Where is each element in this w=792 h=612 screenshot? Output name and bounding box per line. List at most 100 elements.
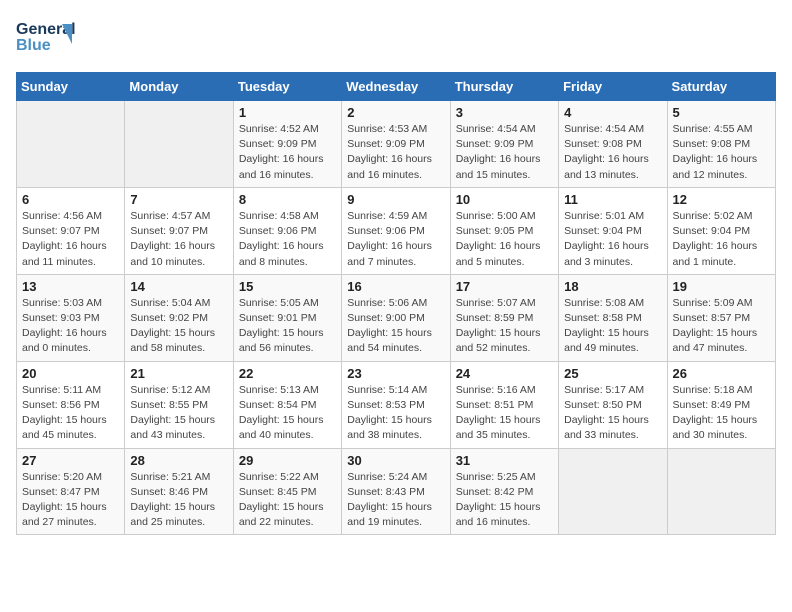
calendar-cell: 26 Sunrise: 5:18 AM Sunset: 8:49 PM Dayli… <box>667 361 775 448</box>
day-detail: Sunrise: 4:56 AM Sunset: 9:07 PM Dayligh… <box>22 209 119 270</box>
page-header: General Blue <box>16 16 776 60</box>
logo-icon: General Blue <box>16 16 76 60</box>
day-number: 6 <box>22 192 119 207</box>
day-detail: Sunrise: 5:00 AM Sunset: 9:05 PM Dayligh… <box>456 209 553 270</box>
calendar-cell: 1 Sunrise: 4:52 AM Sunset: 9:09 PM Daylig… <box>233 101 341 188</box>
calendar-cell: 9Sunrise: 4:59 AM Sunset: 9:06 PM Daylig… <box>342 187 450 274</box>
calendar-cell: 17 Sunrise: 5:07 AM Sunset: 8:59 PM Dayli… <box>450 274 558 361</box>
calendar-cell: 23Sunrise: 5:14 AM Sunset: 8:53 PM Dayli… <box>342 361 450 448</box>
day-number: 26 <box>673 366 770 381</box>
weekday-header-saturday: Saturday <box>667 73 775 101</box>
calendar-cell: 2 Sunrise: 4:53 AM Sunset: 9:09 PM Daylig… <box>342 101 450 188</box>
calendar-cell <box>667 448 775 535</box>
calendar-cell: 15 Sunrise: 5:05 AM Sunset: 9:01 PM Dayli… <box>233 274 341 361</box>
weekday-header-row: SundayMondayTuesdayWednesdayThursdayFrid… <box>17 73 776 101</box>
day-detail: Sunrise: 5:08 AM Sunset: 8:58 PM Dayligh… <box>564 296 661 357</box>
calendar-cell: 12 Sunrise: 5:02 AM Sunset: 9:04 PM Dayli… <box>667 187 775 274</box>
day-number: 5 <box>673 105 770 120</box>
day-detail: Sunrise: 5:11 AM Sunset: 8:56 PM Dayligh… <box>22 383 119 444</box>
day-number: 11 <box>564 192 661 207</box>
calendar-week-2: 6 Sunrise: 4:56 AM Sunset: 9:07 PM Daylig… <box>17 187 776 274</box>
day-detail: Sunrise: 5:04 AM Sunset: 9:02 PM Dayligh… <box>130 296 227 357</box>
day-detail: Sunrise: 4:54 AM Sunset: 9:09 PM Dayligh… <box>456 122 553 183</box>
day-detail: Sunrise: 5:12 AM Sunset: 8:55 PM Dayligh… <box>130 383 227 444</box>
day-number: 12 <box>673 192 770 207</box>
day-detail: Sunrise: 5:01 AM Sunset: 9:04 PM Dayligh… <box>564 209 661 270</box>
calendar-cell: 28 Sunrise: 5:21 AM Sunset: 8:46 PM Dayli… <box>125 448 233 535</box>
day-number: 15 <box>239 279 336 294</box>
calendar-cell: 14 Sunrise: 5:04 AM Sunset: 9:02 PM Dayli… <box>125 274 233 361</box>
day-number: 17 <box>456 279 553 294</box>
calendar-cell: 3Sunrise: 4:54 AM Sunset: 9:09 PM Daylig… <box>450 101 558 188</box>
calendar-cell: 8 Sunrise: 4:58 AM Sunset: 9:06 PM Daylig… <box>233 187 341 274</box>
day-number: 8 <box>239 192 336 207</box>
calendar-week-4: 20 Sunrise: 5:11 AM Sunset: 8:56 PM Dayli… <box>17 361 776 448</box>
calendar-cell <box>559 448 667 535</box>
calendar-cell: 16Sunrise: 5:06 AM Sunset: 9:00 PM Dayli… <box>342 274 450 361</box>
day-detail: Sunrise: 5:05 AM Sunset: 9:01 PM Dayligh… <box>239 296 336 357</box>
calendar-cell: 6 Sunrise: 4:56 AM Sunset: 9:07 PM Daylig… <box>17 187 125 274</box>
day-number: 24 <box>456 366 553 381</box>
day-detail: Sunrise: 5:17 AM Sunset: 8:50 PM Dayligh… <box>564 383 661 444</box>
day-detail: Sunrise: 5:25 AM Sunset: 8:42 PM Dayligh… <box>456 470 553 531</box>
calendar-week-5: 27 Sunrise: 5:20 AM Sunset: 8:47 PM Dayli… <box>17 448 776 535</box>
weekday-header-sunday: Sunday <box>17 73 125 101</box>
day-number: 19 <box>673 279 770 294</box>
calendar-cell: 10 Sunrise: 5:00 AM Sunset: 9:05 PM Dayli… <box>450 187 558 274</box>
calendar-week-3: 13 Sunrise: 5:03 AM Sunset: 9:03 PM Dayli… <box>17 274 776 361</box>
day-number: 18 <box>564 279 661 294</box>
weekday-header-tuesday: Tuesday <box>233 73 341 101</box>
calendar-cell: 18 Sunrise: 5:08 AM Sunset: 8:58 PM Dayli… <box>559 274 667 361</box>
calendar-cell: 4 Sunrise: 4:54 AM Sunset: 9:08 PM Daylig… <box>559 101 667 188</box>
day-detail: Sunrise: 5:09 AM Sunset: 8:57 PM Dayligh… <box>673 296 770 357</box>
day-number: 27 <box>22 453 119 468</box>
day-number: 7 <box>130 192 227 207</box>
day-number: 2 <box>347 105 444 120</box>
calendar-cell: 19 Sunrise: 5:09 AM Sunset: 8:57 PM Dayli… <box>667 274 775 361</box>
calendar-week-1: 1 Sunrise: 4:52 AM Sunset: 9:09 PM Daylig… <box>17 101 776 188</box>
calendar-cell: 13 Sunrise: 5:03 AM Sunset: 9:03 PM Dayli… <box>17 274 125 361</box>
calendar-cell: 5 Sunrise: 4:55 AM Sunset: 9:08 PM Daylig… <box>667 101 775 188</box>
day-detail: Sunrise: 5:21 AM Sunset: 8:46 PM Dayligh… <box>130 470 227 531</box>
calendar-body: 1 Sunrise: 4:52 AM Sunset: 9:09 PM Daylig… <box>17 101 776 535</box>
day-number: 28 <box>130 453 227 468</box>
day-number: 4 <box>564 105 661 120</box>
day-number: 25 <box>564 366 661 381</box>
day-detail: Sunrise: 5:03 AM Sunset: 9:03 PM Dayligh… <box>22 296 119 357</box>
day-detail: Sunrise: 4:53 AM Sunset: 9:09 PM Dayligh… <box>347 122 444 183</box>
weekday-header-monday: Monday <box>125 73 233 101</box>
calendar-cell: 30Sunrise: 5:24 AM Sunset: 8:43 PM Dayli… <box>342 448 450 535</box>
calendar-cell: 31Sunrise: 5:25 AM Sunset: 8:42 PM Dayli… <box>450 448 558 535</box>
day-number: 30 <box>347 453 444 468</box>
calendar-cell: 21 Sunrise: 5:12 AM Sunset: 8:55 PM Dayli… <box>125 361 233 448</box>
day-detail: Sunrise: 5:13 AM Sunset: 8:54 PM Dayligh… <box>239 383 336 444</box>
day-detail: Sunrise: 5:20 AM Sunset: 8:47 PM Dayligh… <box>22 470 119 531</box>
weekday-header-thursday: Thursday <box>450 73 558 101</box>
day-detail: Sunrise: 4:52 AM Sunset: 9:09 PM Dayligh… <box>239 122 336 183</box>
day-number: 13 <box>22 279 119 294</box>
day-number: 21 <box>130 366 227 381</box>
day-number: 22 <box>239 366 336 381</box>
day-detail: Sunrise: 5:22 AM Sunset: 8:45 PM Dayligh… <box>239 470 336 531</box>
day-detail: Sunrise: 5:06 AM Sunset: 9:00 PM Dayligh… <box>347 296 444 357</box>
day-detail: Sunrise: 4:59 AM Sunset: 9:06 PM Dayligh… <box>347 209 444 270</box>
day-detail: Sunrise: 4:55 AM Sunset: 9:08 PM Dayligh… <box>673 122 770 183</box>
day-number: 20 <box>22 366 119 381</box>
calendar-cell: 7 Sunrise: 4:57 AM Sunset: 9:07 PM Daylig… <box>125 187 233 274</box>
day-detail: Sunrise: 5:16 AM Sunset: 8:51 PM Dayligh… <box>456 383 553 444</box>
day-detail: Sunrise: 5:18 AM Sunset: 8:49 PM Dayligh… <box>673 383 770 444</box>
calendar-cell: 27 Sunrise: 5:20 AM Sunset: 8:47 PM Dayli… <box>17 448 125 535</box>
day-detail: Sunrise: 4:54 AM Sunset: 9:08 PM Dayligh… <box>564 122 661 183</box>
day-detail: Sunrise: 4:57 AM Sunset: 9:07 PM Dayligh… <box>130 209 227 270</box>
calendar-cell: 11 Sunrise: 5:01 AM Sunset: 9:04 PM Dayli… <box>559 187 667 274</box>
day-number: 10 <box>456 192 553 207</box>
calendar-cell <box>17 101 125 188</box>
weekday-header-wednesday: Wednesday <box>342 73 450 101</box>
day-detail: Sunrise: 4:58 AM Sunset: 9:06 PM Dayligh… <box>239 209 336 270</box>
svg-text:Blue: Blue <box>16 37 51 54</box>
day-detail: Sunrise: 5:02 AM Sunset: 9:04 PM Dayligh… <box>673 209 770 270</box>
day-detail: Sunrise: 5:07 AM Sunset: 8:59 PM Dayligh… <box>456 296 553 357</box>
calendar-cell: 25 Sunrise: 5:17 AM Sunset: 8:50 PM Dayli… <box>559 361 667 448</box>
day-number: 14 <box>130 279 227 294</box>
day-number: 1 <box>239 105 336 120</box>
